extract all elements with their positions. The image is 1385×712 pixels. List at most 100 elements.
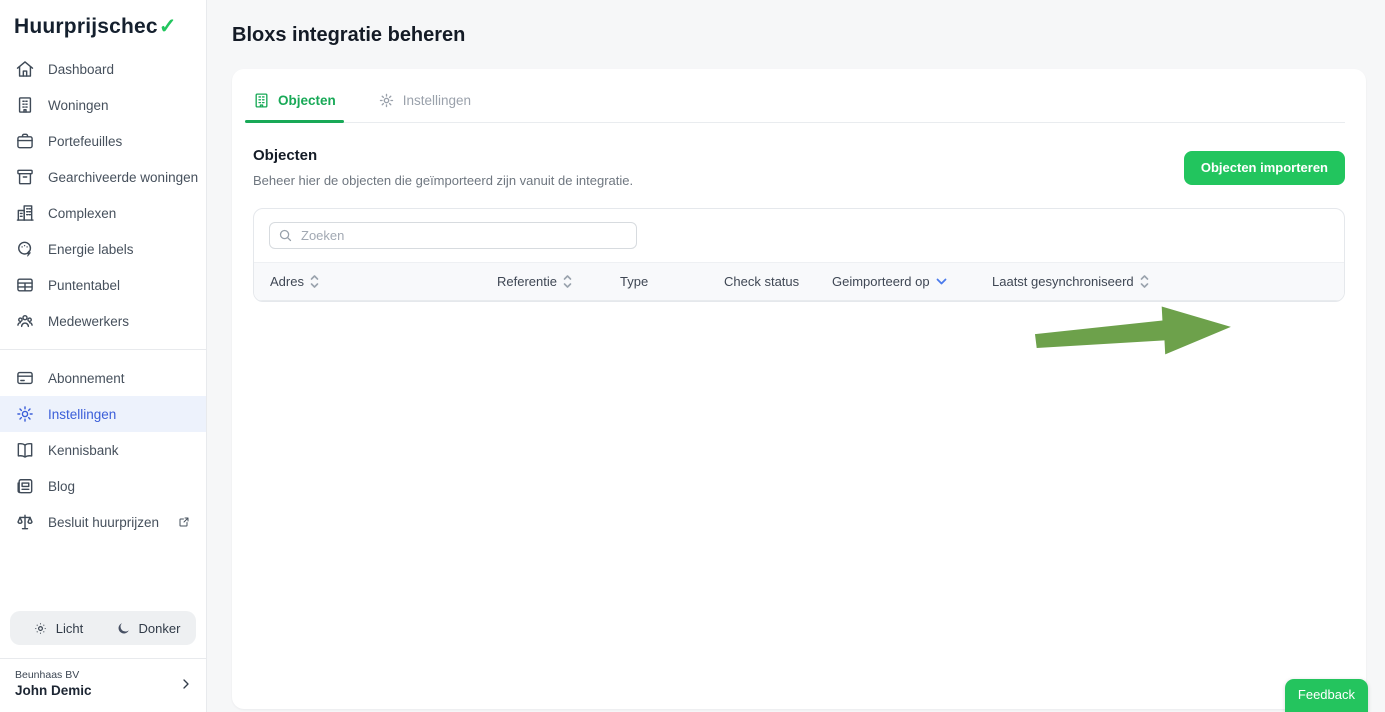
column-header-laatst-gesynchroniseerd[interactable]: Laatst gesynchroniseerd: [992, 262, 1152, 301]
home-icon: [15, 59, 35, 79]
column-label: Check status: [724, 274, 800, 289]
sidebar-item-puntentabel[interactable]: Puntentabel: [0, 267, 206, 303]
column-label: Referentie: [497, 274, 557, 289]
sidebar-item-label: Besluit huurprijzen: [48, 514, 160, 530]
tab-instellingen[interactable]: Instellingen: [378, 79, 471, 122]
sidebar-item-energie-labels[interactable]: Energie labels: [0, 231, 206, 267]
sidebar-item-kennisbank[interactable]: Kennisbank: [0, 432, 206, 468]
table-header-row: Adres Referentie Type Check status Geimporte…: [254, 262, 1344, 301]
buildings-icon: [15, 203, 35, 223]
column-label: Geimporteerd op: [832, 274, 930, 289]
section-header: Objecten Beheer hier de objecten die geï…: [253, 123, 1345, 208]
integration-card: Objecten Instellingen Objecten Beheer hi…: [232, 69, 1366, 709]
sidebar-item-complexen[interactable]: Complexen: [0, 195, 206, 231]
tab-label: Instellingen: [402, 93, 472, 108]
sidebar-item-besluit-huurprijzen[interactable]: Besluit huurprijzen: [0, 504, 206, 540]
column-header-actions: [1152, 262, 1344, 301]
sort-icon: [563, 274, 572, 289]
energy-gauge-icon: [15, 239, 35, 259]
sidebar-item-label: Abonnement: [48, 370, 125, 386]
app-logo: Huurprijschec✓: [0, 0, 206, 51]
column-header-type: Type: [620, 262, 724, 301]
sidebar-item-woningen[interactable]: Woningen: [0, 87, 206, 123]
account-company: Beunhaas BV: [15, 669, 80, 681]
briefcase-icon: [15, 131, 35, 151]
chevron-right-icon: [178, 676, 194, 692]
search-box: [269, 222, 637, 249]
sidebar-primary-nav: Dashboard Woningen Portefeuilles Gearchi…: [0, 51, 206, 339]
sidebar-item-label: Instellingen: [48, 406, 117, 422]
book-icon: [15, 440, 35, 460]
sidebar-item-label: Dashboard: [48, 61, 115, 77]
column-header-check-status: Check status: [724, 262, 832, 301]
tab-label: Objecten: [278, 93, 336, 108]
gear-icon: [15, 404, 35, 424]
page-title: Bloxs integratie beheren: [232, 24, 466, 46]
sidebar-item-label: Woningen: [48, 97, 109, 113]
section-subtitle: Beheer hier de objecten die geïmporteerd…: [253, 173, 634, 188]
theme-light-label: Licht: [55, 620, 84, 636]
sun-icon: [33, 621, 48, 636]
column-label: Adres: [270, 274, 304, 289]
sidebar-secondary-nav: Abonnement Instellingen Kennisbank Blog …: [0, 360, 206, 540]
column-label: Type: [620, 274, 649, 289]
gear-icon: [378, 92, 395, 109]
sidebar-item-label: Portefeuilles: [48, 133, 123, 149]
account-names: Beunhaas BV John Demic: [15, 669, 178, 698]
section-titles: Objecten Beheer hier de objecten die geï…: [253, 147, 633, 188]
sort-icon: [310, 274, 319, 289]
sidebar-item-label: Kennisbank: [48, 442, 119, 458]
sidebar-item-instellingen[interactable]: Instellingen: [0, 396, 206, 432]
sidebar-divider: [0, 349, 206, 350]
sort-desc-icon: [936, 278, 947, 285]
sidebar-item-dashboard[interactable]: Dashboard: [0, 51, 206, 87]
sidebar-item-gearchiveerde-woningen[interactable]: Gearchiveerde woningen: [0, 159, 206, 195]
search-icon: [278, 228, 293, 248]
section-title: Objecten: [253, 147, 318, 164]
credit-card-icon: [15, 368, 35, 388]
sidebar-item-label: Blog: [48, 478, 76, 494]
archive-icon: [15, 167, 35, 187]
table-icon: [15, 275, 35, 295]
sidebar-item-abonnement[interactable]: Abonnement: [0, 360, 206, 396]
objects-table-container: Adres Referentie Type Check status Geimporte…: [253, 208, 1345, 302]
search-input[interactable]: [269, 222, 637, 249]
theme-light-button[interactable]: Licht: [13, 614, 103, 642]
column-header-geimporteerd-op[interactable]: Geimporteerd op: [832, 262, 992, 301]
building-icon: [15, 95, 35, 115]
sidebar-item-portefeuilles[interactable]: Portefeuilles: [0, 123, 206, 159]
account-user: John Demic: [15, 683, 92, 698]
column-header-adres[interactable]: Adres: [254, 262, 497, 301]
sidebar-item-label: Medewerkers: [48, 313, 130, 329]
sidebar-item-label: Energie labels: [48, 241, 134, 257]
theme-toggle: Licht Donker: [10, 611, 196, 645]
column-label: Laatst gesynchroniseerd: [992, 274, 1134, 289]
account-switcher[interactable]: Beunhaas BV John Demic: [0, 658, 206, 712]
feedback-button[interactable]: Feedback: [1284, 679, 1368, 712]
tab-objecten[interactable]: Objecten: [245, 79, 344, 123]
sidebar-item-medewerkers[interactable]: Medewerkers: [0, 303, 206, 339]
tabs: Objecten Instellingen: [245, 79, 1345, 123]
search-row: [254, 209, 1344, 262]
sidebar-item-blog[interactable]: Blog: [0, 468, 206, 504]
sidebar-item-label: Complexen: [48, 205, 117, 221]
objects-table: Adres Referentie Type Check status Geimporte…: [254, 262, 1344, 301]
external-link-icon: [178, 516, 190, 528]
sidebar-item-label: Gearchiveerde woningen: [48, 169, 199, 185]
users-icon: [15, 311, 35, 331]
newspaper-icon: [15, 476, 35, 496]
building-icon: [253, 92, 270, 109]
logo-check-icon: ✓: [158, 15, 177, 38]
sort-icon: [1140, 274, 1149, 289]
scales-icon: [15, 512, 35, 532]
theme-dark-button[interactable]: Donker: [103, 614, 193, 642]
main-content: Bloxs integratie beheren Objecten Instel…: [207, 0, 1385, 709]
app-logo-text: Huurprijschec: [14, 15, 158, 38]
moon-icon: [116, 621, 131, 636]
sidebar: Huurprijschec✓ Dashboard Woningen Portef…: [0, 0, 207, 712]
import-objects-button[interactable]: Objecten importeren: [1183, 150, 1345, 185]
column-header-referentie[interactable]: Referentie: [497, 262, 620, 301]
theme-dark-label: Donker: [138, 620, 181, 636]
sidebar-item-label: Puntentabel: [48, 277, 121, 293]
